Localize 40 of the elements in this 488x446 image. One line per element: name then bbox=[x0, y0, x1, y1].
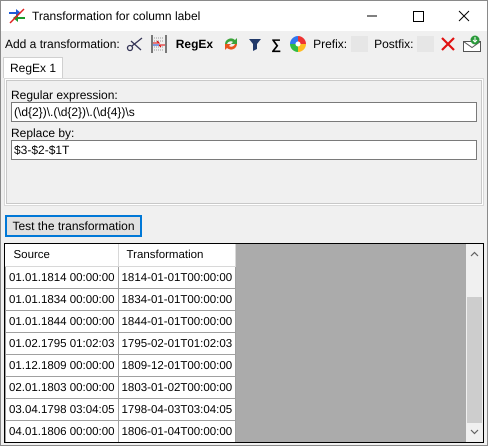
table-cell: 1798-04-03T03:04:05 bbox=[118, 398, 236, 420]
table-cell: 1809-12-01T00:00:00 bbox=[118, 354, 236, 376]
table-cell: 1844-01-01T00:00:00 bbox=[118, 310, 236, 332]
scissors-icon[interactable] bbox=[126, 35, 144, 53]
scroll-up-icon[interactable] bbox=[470, 251, 479, 257]
delete-icon[interactable] bbox=[440, 36, 456, 52]
arrows-icon bbox=[8, 7, 26, 25]
table-cell: 01.01.1834 00:00:00 bbox=[6, 288, 118, 310]
test-button[interactable]: Test the transformation bbox=[5, 215, 142, 237]
scrollbar[interactable] bbox=[466, 244, 483, 442]
sum-button[interactable]: ∑ bbox=[269, 36, 284, 52]
table-cell: 01.02.1795 01:02:03 bbox=[6, 332, 118, 354]
table-cell: 1834-01-01T00:00:00 bbox=[118, 288, 236, 310]
column-header[interactable]: Source bbox=[6, 244, 118, 266]
table-cell: 1814-01-01T00:00:00 bbox=[118, 266, 236, 288]
input-field[interactable]: $3-$2-$1T bbox=[11, 140, 477, 160]
window-title: Transformation for column label bbox=[32, 9, 200, 23]
scrollbar-thumb[interactable] bbox=[467, 297, 482, 423]
envelope-download-icon[interactable] bbox=[462, 35, 482, 53]
table-cell: 02.01.1803 00:00:00 bbox=[6, 376, 118, 398]
input-field[interactable]: (\d{2})\.(\d{2})\.(\d{4})\s bbox=[11, 102, 477, 122]
field-label: Replace by: bbox=[11, 126, 76, 140]
split-columns-icon[interactable] bbox=[150, 34, 168, 54]
scroll-down-icon[interactable] bbox=[470, 429, 479, 435]
table-cell: 01.01.1814 00:00:00 bbox=[6, 266, 118, 288]
regex-button[interactable]: RegEx bbox=[174, 37, 216, 51]
column-header[interactable]: Transformation bbox=[118, 244, 236, 266]
color-wheel-icon[interactable] bbox=[289, 35, 308, 53]
table-cell: 1803-01-02T00:00:00 bbox=[118, 376, 236, 398]
filter-icon[interactable] bbox=[247, 36, 264, 52]
table-cell: 01.01.1844 00:00:00 bbox=[6, 310, 118, 332]
prefix-label: Prefix: bbox=[313, 37, 348, 51]
table-cell: 1795-02-01T01:02:03 bbox=[118, 332, 236, 354]
table-cell: 01.12.1809 00:00:00 bbox=[6, 354, 118, 376]
tab[interactable]: RegEx 1 bbox=[3, 57, 64, 78]
toolbar-label: Add a transformation: bbox=[5, 37, 120, 51]
postfix-label: Postfix: bbox=[374, 37, 414, 51]
table-cell: 04.01.1806 00:00:00 bbox=[6, 420, 118, 442]
table-cell: 03.04.1798 03:04:05 bbox=[6, 398, 118, 420]
field-label: Regular expression: bbox=[11, 88, 119, 102]
